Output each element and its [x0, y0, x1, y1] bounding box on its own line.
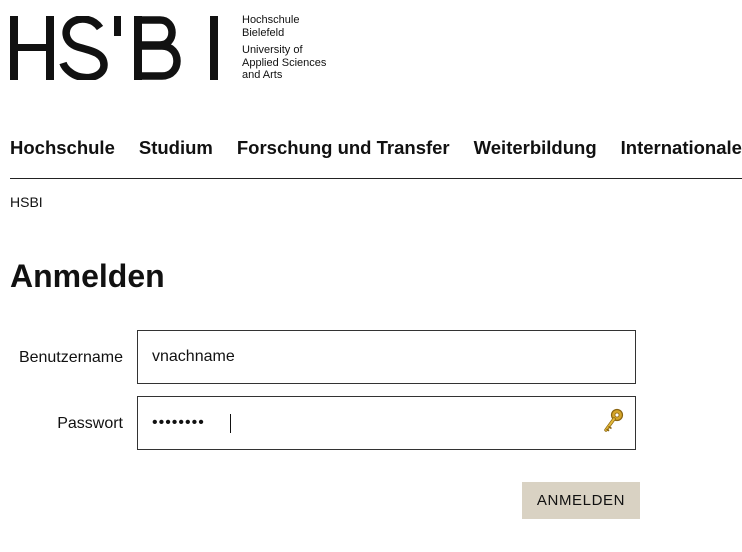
- nav-item-internationales[interactable]: Internationales: [621, 137, 742, 159]
- password-input[interactable]: [152, 397, 592, 449]
- brand-line-3: University of: [242, 44, 303, 56]
- password-field-box: [137, 396, 636, 450]
- username-input[interactable]: [152, 331, 592, 383]
- main-nav: Hochschule Studium Forschung und Transfe…: [10, 137, 742, 159]
- hsbi-logo[interactable]: [10, 16, 218, 80]
- nav-item-forschung[interactable]: Forschung und Transfer: [237, 137, 450, 159]
- username-label: Benutzername: [18, 349, 123, 366]
- brand-tagline: Hochschule Bielefeld University of Appli…: [242, 14, 326, 82]
- page-title: Anmelden: [10, 258, 165, 294]
- nav-item-weiterbildung[interactable]: Weiterbildung: [474, 137, 597, 159]
- password-label: Passwort: [57, 415, 123, 432]
- nav-item-studium[interactable]: Studium: [139, 137, 213, 159]
- brand-line-2: Bielefeld: [242, 26, 285, 39]
- anmelden-button[interactable]: ANMELDEN: [522, 482, 640, 519]
- breadcrumb[interactable]: HSBI: [10, 194, 43, 210]
- text-caret: [230, 414, 231, 433]
- brand-line-5: and Arts: [242, 69, 283, 81]
- brand-line-1: Hochschule: [242, 14, 300, 26]
- nav-item-hochschule[interactable]: Hochschule: [10, 137, 115, 159]
- brand-line-4: Applied Sciences: [242, 56, 327, 69]
- nav-divider: [10, 178, 742, 179]
- username-field-box: [137, 330, 636, 384]
- key-icon[interactable]: [603, 408, 625, 434]
